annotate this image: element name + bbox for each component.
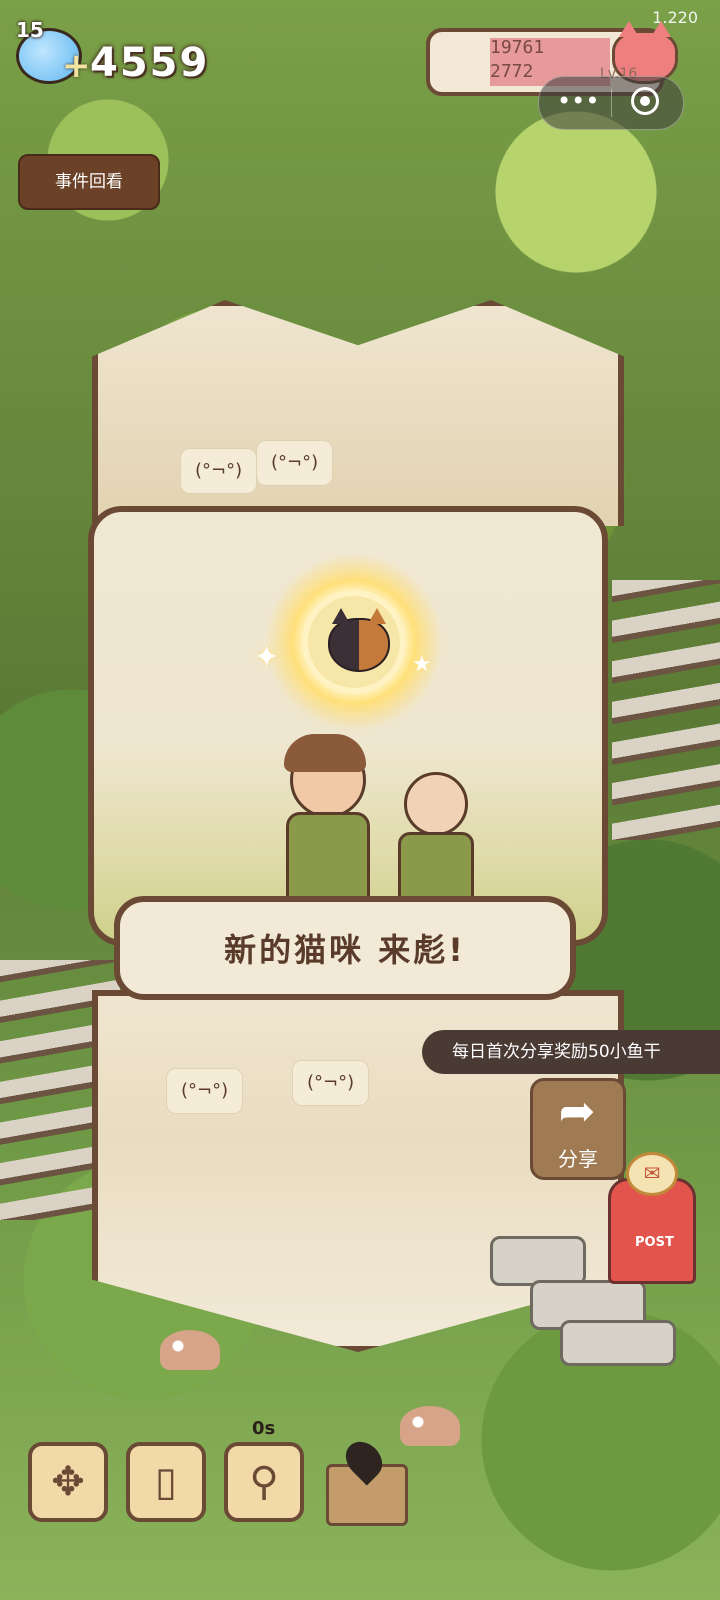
stepping-stone [560, 1320, 676, 1366]
rope-bridge-right [612, 580, 720, 840]
move-icon[interactable]: ✥ [28, 1442, 108, 1522]
share-button[interactable]: ➦ 分享 [530, 1078, 626, 1180]
scoop-icon[interactable]: ⚲ [224, 1442, 304, 1522]
sparkle-icon: ✦ [254, 640, 280, 675]
add-coins-icon[interactable]: + [62, 49, 91, 83]
new-cat-medal [302, 590, 406, 694]
coin-count: 4559 [90, 40, 210, 86]
new-cat-popup[interactable]: ✦ ★ [88, 506, 608, 946]
event-review-button[interactable]: 事件回看 [18, 154, 160, 210]
share-reward-tip: 每日首次分享奖励50小鱼干 [422, 1030, 720, 1074]
cat-head-icon [328, 608, 390, 672]
capsule-divider [611, 89, 612, 117]
mushroom [400, 1406, 460, 1446]
grandpa-head [404, 772, 468, 836]
cat-emote-bubble: (°¬°) [292, 1060, 370, 1106]
mailbox-label: POST [635, 1235, 674, 1250]
new-cat-banner: 新的猫咪 来彪! [114, 896, 576, 1000]
map-icon[interactable] [322, 1434, 408, 1526]
cat-emote-bubble: (°¬°) [166, 1068, 244, 1114]
grandpa-character [394, 752, 474, 908]
cleanup-timer: 0s [252, 1418, 276, 1439]
share-label: 分享 [558, 1147, 598, 1171]
mail-notification-icon[interactable]: ✉ [626, 1152, 678, 1196]
star-icon: ★ [412, 652, 432, 677]
mushroom [160, 1330, 220, 1370]
stepping-stone [490, 1236, 586, 1286]
share-arrow-icon: ➦ [558, 1086, 596, 1137]
ellipsis-icon[interactable]: ••• [557, 87, 599, 119]
miniprogram-capsule: ••• [538, 76, 684, 130]
cat-emote-bubble: (°¬°) [180, 448, 258, 494]
phone-icon[interactable]: ▯ [126, 1442, 206, 1522]
player-level-badge: 15 [16, 18, 44, 42]
target-icon[interactable] [631, 87, 659, 115]
cat-emote-bubble: (°¬°) [256, 440, 334, 486]
owner-character [270, 734, 380, 914]
xp-current: 19761 [490, 37, 545, 58]
owner-hair [284, 734, 366, 772]
